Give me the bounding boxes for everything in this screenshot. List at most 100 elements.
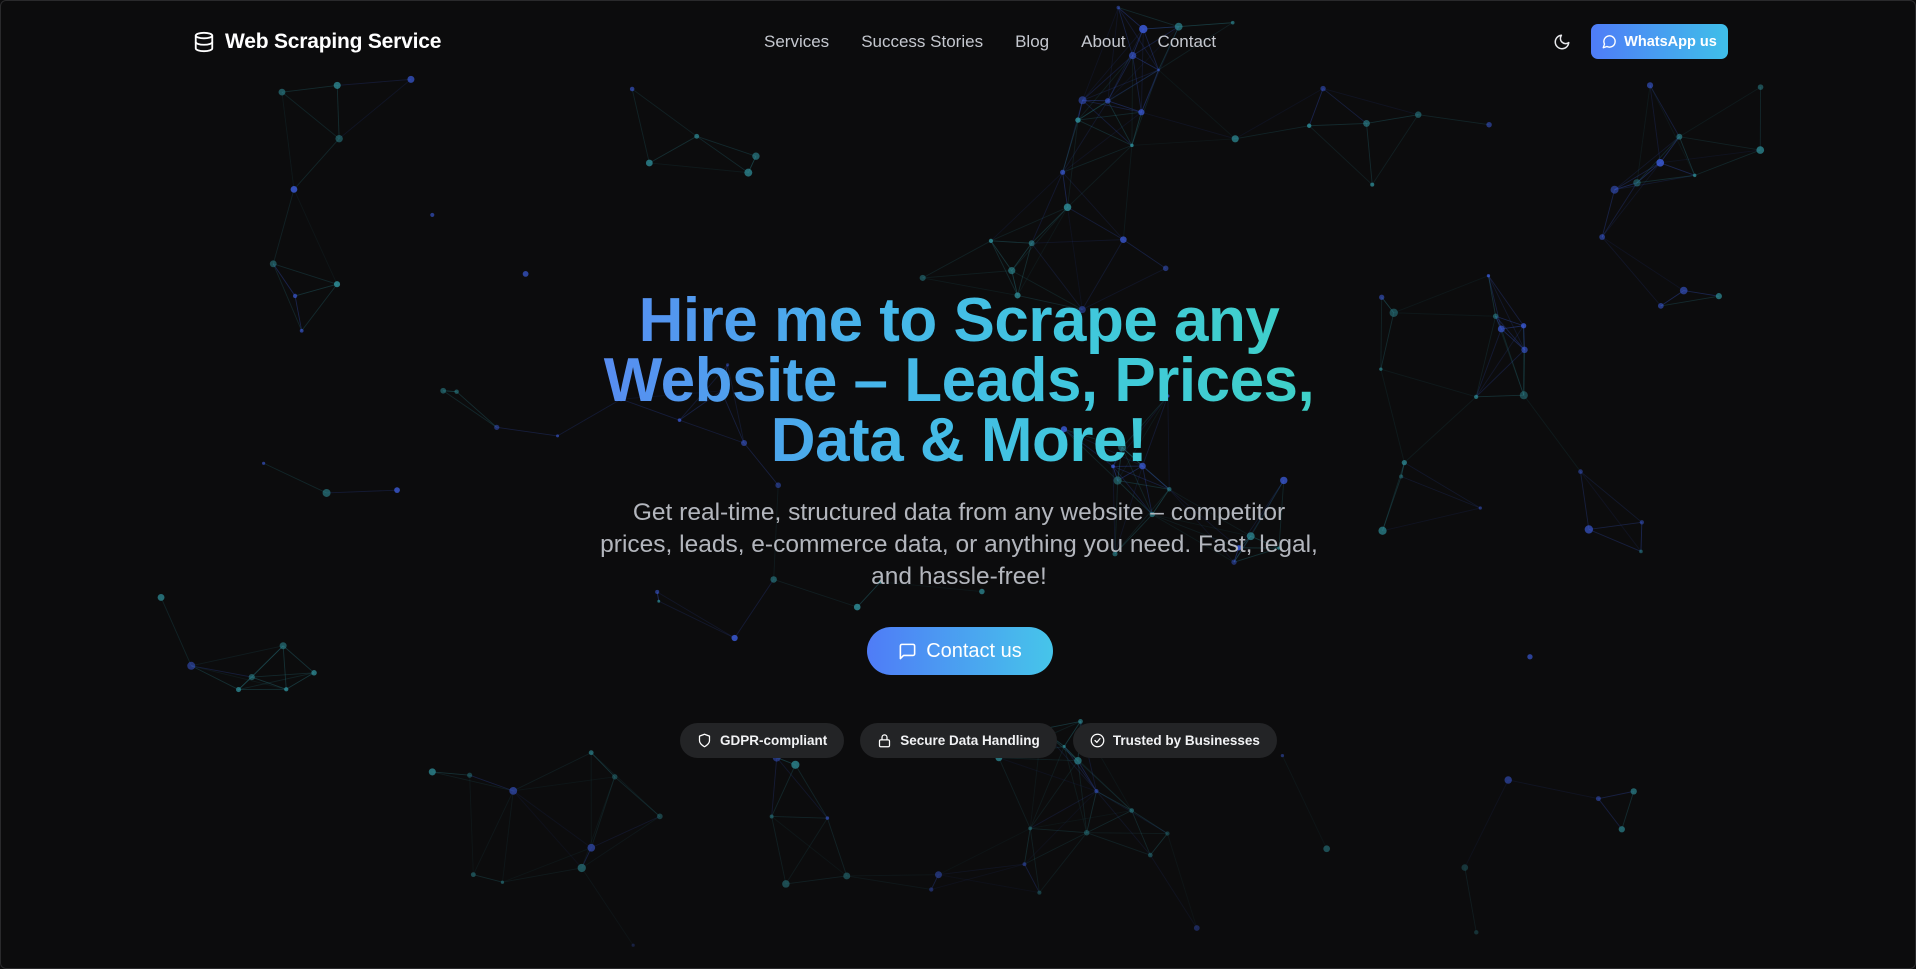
network-node [1113, 476, 1122, 485]
network-line [432, 771, 514, 792]
network-node [187, 661, 196, 670]
brand-logo-link[interactable]: Web Scraping Service [193, 29, 441, 55]
network-line [512, 790, 592, 849]
network-node [694, 133, 700, 139]
network-node [929, 887, 934, 892]
nav-link-contact[interactable]: Contact [1158, 32, 1217, 52]
network-node [1630, 788, 1637, 795]
network-line [1580, 471, 1643, 523]
network-line [282, 645, 287, 690]
network-node [1676, 133, 1683, 140]
network-line [251, 645, 284, 678]
network-node [587, 843, 596, 852]
contact-us-label: Contact us [926, 639, 1022, 662]
site-header: Web Scraping Service Services Success St… [1, 1, 1915, 83]
network-node [1461, 864, 1469, 871]
network-node [1363, 120, 1370, 127]
network-line [502, 867, 582, 883]
network-node [657, 599, 661, 603]
network-node [236, 687, 242, 693]
contact-us-button[interactable]: Contact us [867, 627, 1053, 675]
network-line [1588, 521, 1642, 530]
network-node [1060, 169, 1066, 175]
network-node [279, 642, 287, 650]
network-node [577, 863, 586, 873]
database-icon [193, 30, 215, 54]
badge-secure-data: Secure Data Handling [860, 723, 1057, 758]
network-line [501, 790, 514, 883]
network-line [1418, 114, 1490, 126]
network-node [629, 86, 635, 92]
network-node [645, 159, 653, 167]
hero-subtitle-line: and hassle-free! [871, 563, 1047, 590]
network-line [1476, 394, 1524, 398]
network-line [1683, 290, 1719, 297]
network-line [469, 774, 514, 792]
network-line [771, 816, 848, 877]
network-node [853, 603, 861, 611]
network-node [1584, 525, 1594, 534]
network-node [292, 293, 298, 299]
network-line [1366, 114, 1419, 124]
network-line [656, 591, 735, 639]
network-node [311, 670, 317, 676]
network-node [1401, 460, 1407, 466]
network-node [656, 813, 663, 820]
network-line [1380, 312, 1395, 370]
nav-link-services[interactable]: Services [764, 32, 829, 52]
nav-link-blog[interactable]: Blog [1015, 32, 1049, 52]
network-line [826, 817, 848, 877]
network-line [286, 672, 315, 690]
network-line [990, 172, 1063, 242]
network-line [1380, 368, 1477, 398]
network-line [1380, 369, 1405, 463]
network-node [1527, 654, 1533, 660]
network-line [1309, 122, 1367, 127]
network-node [1028, 240, 1035, 247]
whatsapp-button[interactable]: WhatsApp us [1591, 24, 1728, 59]
network-node [1028, 826, 1033, 831]
network-node [1756, 146, 1765, 154]
theme-toggle-button[interactable] [1549, 29, 1575, 55]
network-node [731, 634, 738, 642]
network-line [658, 600, 735, 639]
network-line [456, 391, 498, 428]
network-line [272, 189, 295, 264]
network-node [1474, 930, 1479, 935]
network-line [1393, 312, 1496, 317]
network-node [1378, 526, 1387, 535]
network-line [998, 757, 1031, 829]
network-line [1131, 138, 1236, 146]
network-line [1649, 85, 1680, 137]
network-line [1678, 136, 1696, 176]
network-line [326, 489, 398, 494]
network-line [1621, 791, 1635, 830]
network-line [846, 875, 932, 890]
brand-title: Web Scraping Service [225, 30, 442, 53]
badge-label: Trusted by Businesses [1112, 733, 1260, 748]
network-line [581, 867, 634, 946]
network-line [1371, 114, 1419, 185]
network-node [1074, 756, 1082, 765]
network-node [1715, 293, 1722, 300]
network-line [1636, 174, 1695, 184]
nav-link-success-stories[interactable]: Success Stories [861, 32, 983, 52]
network-line [1031, 239, 1124, 244]
network-node [935, 871, 942, 879]
network-node [1679, 286, 1688, 295]
network-node [791, 760, 800, 769]
network-node [248, 674, 255, 681]
network-node [775, 482, 781, 489]
network-line [696, 135, 757, 157]
network-line [1067, 206, 1124, 241]
network-line [1601, 236, 1662, 307]
network-line [649, 162, 749, 174]
nav-link-about[interactable]: About [1081, 32, 1125, 52]
network-line [1660, 295, 1719, 307]
network-line [1031, 172, 1064, 244]
network-line [336, 85, 340, 139]
network-line [512, 790, 583, 869]
network-line [1401, 476, 1481, 509]
network-line [1598, 790, 1634, 800]
network-line [496, 426, 558, 437]
